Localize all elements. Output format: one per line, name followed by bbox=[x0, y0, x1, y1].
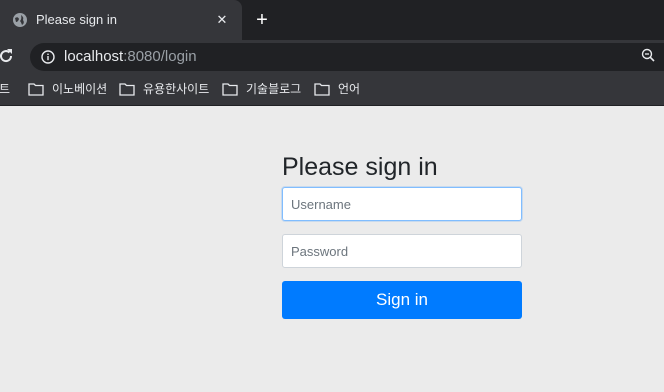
address-bar[interactable]: localhost:8080/login bbox=[30, 43, 664, 71]
bookmark-folder-useful-sites[interactable]: 유용한사이트 bbox=[119, 80, 209, 98]
bookmark-folder-innovation[interactable]: 이노베이션 bbox=[28, 80, 107, 98]
bookmark-folder-tech-blog[interactable]: 기술블로그 bbox=[222, 80, 301, 98]
bookmark-label: 트 bbox=[0, 82, 11, 96]
username-input[interactable] bbox=[282, 187, 522, 221]
bookmarks-bar: 트 이노베이션 유용한사이트 기술블로그 언어 bbox=[0, 72, 664, 106]
bookmark-label: 기술블로그 bbox=[246, 82, 302, 96]
tab-title: Please sign in bbox=[36, 12, 117, 27]
page-content: Please sign in Sign in bbox=[0, 106, 664, 392]
address-url: localhost:8080/login bbox=[64, 48, 197, 66]
browser-toolbar: localhost:8080/login bbox=[0, 40, 664, 72]
info-icon[interactable] bbox=[41, 50, 55, 64]
new-tab-button[interactable]: + bbox=[252, 10, 272, 30]
page-title: Please sign in bbox=[282, 153, 438, 181]
folder-icon bbox=[222, 83, 238, 96]
bookmark-label: 유용한사이트 bbox=[143, 82, 210, 96]
url-host: localhost bbox=[64, 48, 124, 65]
folder-icon bbox=[119, 83, 135, 96]
close-tab-icon[interactable]: ✕ bbox=[214, 12, 230, 28]
zoom-icon[interactable] bbox=[641, 48, 655, 62]
bookmark-item[interactable]: 트 bbox=[0, 80, 10, 98]
reload-icon[interactable] bbox=[0, 46, 16, 66]
bookmark-folder-language[interactable]: 언어 bbox=[314, 80, 360, 98]
folder-icon bbox=[28, 83, 44, 96]
tab-strip: Please sign in ✕ + bbox=[0, 0, 664, 40]
password-input[interactable] bbox=[282, 234, 522, 268]
globe-icon bbox=[13, 13, 27, 27]
folder-icon bbox=[314, 83, 330, 96]
browser-tab[interactable]: Please sign in ✕ bbox=[0, 0, 242, 40]
bookmark-label: 이노베이션 bbox=[52, 82, 108, 96]
url-path: :8080/login bbox=[123, 48, 197, 65]
sign-in-button[interactable]: Sign in bbox=[282, 281, 522, 319]
bookmark-label: 언어 bbox=[338, 82, 361, 96]
